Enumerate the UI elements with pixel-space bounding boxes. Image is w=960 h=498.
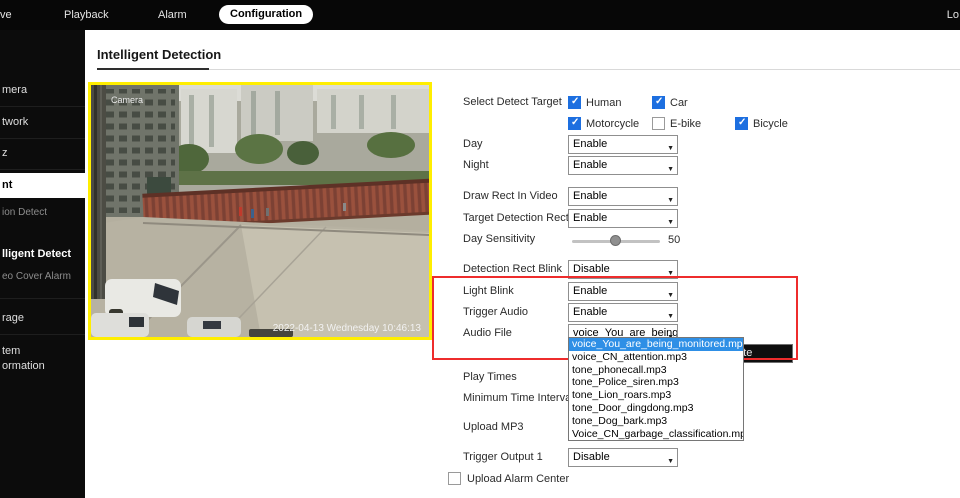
night-select[interactable]: Enable <box>568 156 678 175</box>
top-nav: ve Playback Alarm Configuration Lo <box>0 0 960 30</box>
audio-option[interactable]: tone_Dog_bark.mp3 <box>569 415 743 428</box>
checkbox-bicycle-label: Bicycle <box>753 118 788 130</box>
light-blink-select[interactable]: Enable <box>568 282 678 301</box>
app-window: ve Playback Alarm Configuration Lo mera … <box>0 0 960 498</box>
audio-option-selected[interactable]: voice_You_are_being_monitored.mp3 <box>569 338 743 351</box>
sidebar: mera twork z nt ion Detect lligent Detec… <box>0 30 85 498</box>
label-minimum-time-interval: Minimum Time Interval <box>463 392 574 404</box>
divider <box>0 106 85 107</box>
sidebar-item-event-selected[interactable]: nt <box>0 173 85 198</box>
checkbox-bicycle[interactable] <box>735 117 748 130</box>
sidebar-item-camera[interactable]: mera <box>2 84 27 96</box>
nav-alarm[interactable]: Alarm <box>158 9 187 21</box>
label-day: Day <box>463 138 483 150</box>
camera-preview-image: Camera 2022-04-13 Wednesday 10:46:13 <box>91 85 429 337</box>
divider <box>0 298 85 299</box>
checkbox-motorcycle[interactable] <box>568 117 581 130</box>
divider <box>0 334 85 335</box>
header-divider <box>97 69 960 70</box>
checkbox-ebike-label: E-bike <box>670 118 701 130</box>
label-select-detect-target: Select Detect Target <box>463 96 562 108</box>
sidebar-item-intelligent-detect[interactable]: lligent Detect <box>2 248 71 260</box>
audio-option[interactable]: tone_phonecall.mp3 <box>569 364 743 377</box>
checkbox-human-label: Human <box>586 97 621 109</box>
checkbox-car[interactable] <box>652 96 665 109</box>
divider <box>0 138 85 139</box>
sidebar-item-network[interactable]: twork <box>2 116 28 128</box>
sidebar-item-event-label: nt <box>2 179 12 191</box>
draw-rect-select[interactable]: Enable <box>568 187 678 206</box>
audio-option[interactable]: voice_CN_attention.mp3 <box>569 351 743 364</box>
page-title: Intelligent Detection <box>97 47 221 62</box>
day-select[interactable]: Enable <box>568 135 678 154</box>
day-sensitivity-slider-thumb[interactable] <box>610 235 621 246</box>
checkbox-ebike[interactable] <box>652 117 665 130</box>
nav-live-truncated[interactable]: ve <box>0 9 12 21</box>
sidebar-item-storage[interactable]: rage <box>2 312 24 324</box>
sidebar-item-system[interactable]: tem <box>2 345 20 357</box>
camera-preview[interactable]: Camera 2022-04-13 Wednesday 10:46:13 <box>88 82 432 340</box>
label-audio-file: Audio File <box>463 327 512 339</box>
audio-option[interactable]: tone_Police_siren.mp3 <box>569 376 743 389</box>
label-night: Night <box>463 159 489 171</box>
checkbox-car-label: Car <box>670 97 688 109</box>
label-light-blink: Light Blink <box>463 285 514 297</box>
checkbox-motorcycle-label: Motorcycle <box>586 118 639 130</box>
label-day-sensitivity: Day Sensitivity <box>463 233 535 245</box>
trigger-output-select[interactable]: Disable <box>568 448 678 467</box>
label-play-times: Play Times <box>463 371 517 383</box>
checkbox-upload-alarm-center[interactable] <box>448 472 461 485</box>
label-upload-mp3: Upload MP3 <box>463 421 524 433</box>
audio-option[interactable]: Voice_CN_garbage_classification.mp3 <box>569 428 743 441</box>
divider <box>0 169 85 170</box>
label-trigger-audio: Trigger Audio <box>463 306 528 318</box>
sidebar-item-ptz[interactable]: z <box>2 147 8 159</box>
day-sensitivity-value: 50 <box>668 234 680 246</box>
label-trigger-output-1: Trigger Output 1 <box>463 451 543 463</box>
sidebar-item-motion-detect[interactable]: ion Detect <box>2 207 47 218</box>
label-detection-rect-blink: Detection Rect Blink <box>463 263 562 275</box>
sidebar-item-video-cover-alarm[interactable]: eo Cover Alarm <box>2 271 71 282</box>
label-target-detection-rect: Target Detection Rect <box>463 212 569 224</box>
camera-osd-label: Camera <box>111 95 143 105</box>
detection-rect-blink-select[interactable]: Disable <box>568 260 678 279</box>
trigger-audio-select[interactable]: Enable <box>568 303 678 322</box>
header-divider-accent <box>97 68 209 70</box>
audio-file-dropdown-list: voice_You_are_being_monitored.mp3 voice_… <box>568 337 744 441</box>
audio-option[interactable]: tone_Door_dingdong.mp3 <box>569 402 743 415</box>
sidebar-item-information[interactable]: ormation <box>2 360 45 372</box>
target-rect-select[interactable]: Enable <box>568 209 678 228</box>
nav-playback[interactable]: Playback <box>64 9 109 21</box>
nav-logout-truncated[interactable]: Lo <box>947 9 959 21</box>
audio-option[interactable]: tone_Lion_roars.mp3 <box>569 389 743 402</box>
checkbox-upload-alarm-center-label: Upload Alarm Center <box>467 473 569 485</box>
timestamp-osd: 2022-04-13 Wednesday 10:46:13 <box>273 323 422 334</box>
label-draw-rect-in-video: Draw Rect In Video <box>463 190 558 202</box>
nav-configuration-active[interactable]: Configuration <box>219 5 313 24</box>
checkbox-human[interactable] <box>568 96 581 109</box>
